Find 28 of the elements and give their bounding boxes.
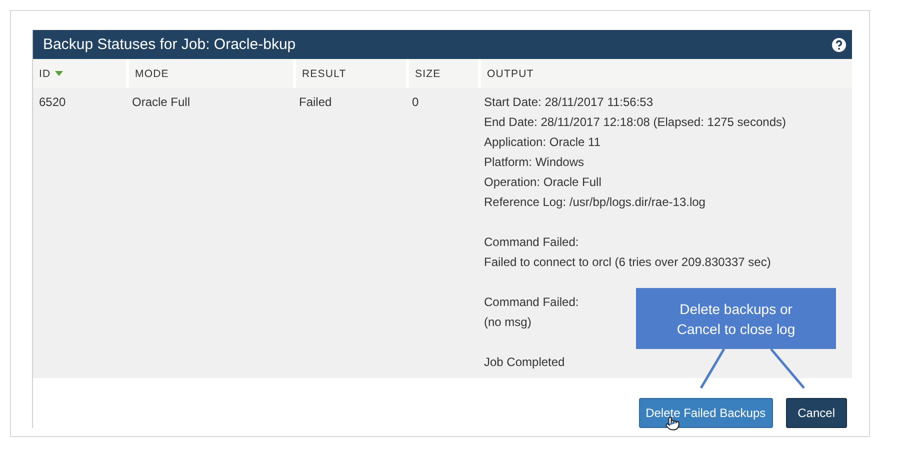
column-header[interactable]: ID [33, 59, 126, 88]
output-line: Application: Oracle 11 [484, 134, 601, 151]
delete-button[interactable]: Delete Failed Backups [638, 398, 773, 428]
output-line: Start Date: 28/11/2017 11:56:53 [484, 94, 654, 111]
column-header[interactable]: RESULT [293, 59, 406, 88]
output-line: Job Completed [484, 354, 565, 371]
output-line: Platform: Windows [484, 154, 584, 171]
dialog-title: Backup Statuses for Job: Oracle-bkup [43, 36, 296, 53]
output-line: Operation: Oracle Full [484, 174, 602, 191]
table-cell: 6520 [33, 88, 126, 378]
column-header[interactable]: OUTPUT [478, 59, 852, 88]
output-line: (no msg) [484, 314, 532, 331]
hand-pointer-icon [665, 416, 680, 431]
output-line: Reference Log: /usr/bp/logs.dir/rae-13.log [484, 194, 706, 211]
output-line: Command Failed: [484, 234, 579, 251]
callout-note: Delete backups or Cancel to close log [636, 288, 836, 349]
output-line: Failed to connect to orcl (6 tries over 209.830337 sec) [484, 254, 771, 271]
cancel-button[interactable]: Cancel [786, 398, 847, 428]
help-icon[interactable] [832, 38, 846, 52]
table-cell: 0 [406, 88, 478, 378]
column-header[interactable]: SIZE [406, 59, 478, 88]
table-cell: Oracle Full [126, 88, 293, 378]
output-line: End Date: 28/11/2017 12:18:08 (Elapsed: 1275 seconds) [484, 114, 786, 131]
table-cell: Failed [293, 88, 406, 378]
output-line: Command Failed: [484, 294, 579, 311]
leader-line [770, 348, 805, 389]
leader-line [700, 348, 726, 389]
column-header[interactable]: MODE [126, 59, 293, 88]
